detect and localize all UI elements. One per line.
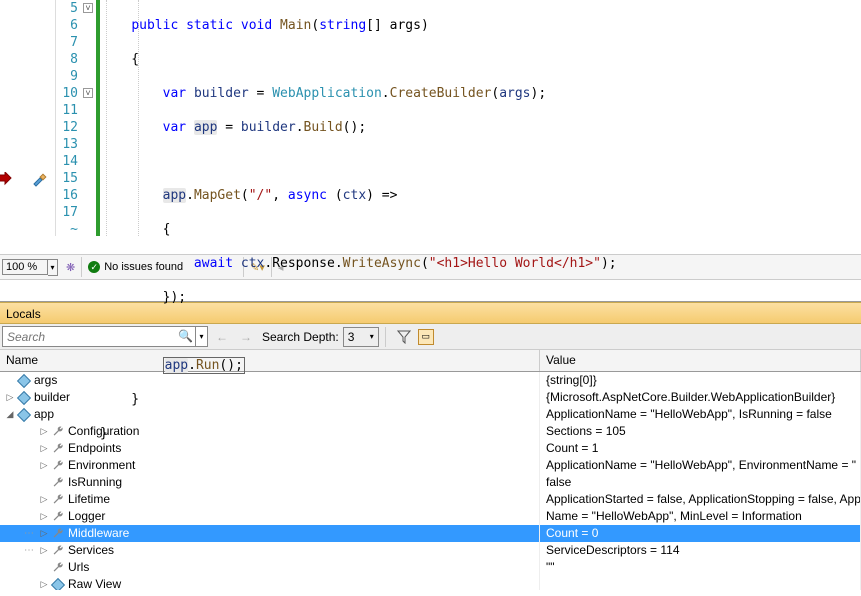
table-row[interactable]: ▷EnvironmentApplicationName = "HelloWebA… xyxy=(0,457,861,474)
row-value: ApplicationStarted = false, ApplicationS… xyxy=(540,491,861,508)
table-row[interactable]: IsRunning false xyxy=(0,474,861,491)
lightbulb-icon[interactable] xyxy=(32,172,48,188)
search-icon[interactable]: 🔍 xyxy=(178,329,193,343)
row-name: builder xyxy=(34,389,70,406)
row-name: app xyxy=(34,406,54,423)
row-name: Raw View xyxy=(68,576,121,590)
property-icon xyxy=(50,561,66,575)
table-row[interactable]: ⋯▷ Middleware Count = 0 xyxy=(0,525,861,542)
ellipsis-icon: ⋯ xyxy=(20,542,38,559)
locals-tree[interactable]: args{string[0]}▷builder{Microsoft.AspNet… xyxy=(0,372,861,590)
table-row[interactable]: ▷ Lifetime ApplicationStarted = false, App… xyxy=(0,491,861,508)
search-dropdown-icon[interactable]: ▾ xyxy=(195,327,207,346)
zoom-dropdown-icon[interactable]: ▾ xyxy=(48,259,58,276)
fold-toggle-icon[interactable]: ˅ xyxy=(83,3,93,13)
fold-toggle-icon[interactable]: ˅ xyxy=(83,88,93,98)
expand-toggle-icon[interactable]: ▷ xyxy=(4,389,16,406)
property-icon xyxy=(50,476,66,490)
variable-icon xyxy=(50,578,66,591)
locals-search-box[interactable]: 🔍 ▾ xyxy=(2,326,208,347)
row-name: Logger xyxy=(68,508,105,525)
row-value: ServiceDescriptors = 114 xyxy=(540,542,861,559)
property-icon xyxy=(50,544,66,558)
row-value: false xyxy=(540,474,861,491)
property-icon xyxy=(50,425,66,439)
line-numbers: 5 6 7 8 9 10 11 12 13 14 15 16 17 ~ xyxy=(56,0,82,236)
expand-toggle-icon[interactable]: ▷ xyxy=(38,457,50,474)
row-value: Name = "HelloWebApp", MinLevel = Informa… xyxy=(540,508,861,525)
expand-toggle-icon[interactable]: ▷ xyxy=(38,525,50,542)
row-value: Count = 0 xyxy=(540,525,861,542)
property-icon xyxy=(50,493,66,507)
table-row[interactable]: ▷ Raw View xyxy=(0,576,861,590)
property-icon xyxy=(50,459,66,473)
expand-toggle-icon[interactable]: ▷ xyxy=(38,423,50,440)
row-name: Environment xyxy=(68,457,135,474)
row-name: Configuration xyxy=(68,423,139,440)
zoom-level[interactable]: 100 % xyxy=(2,259,48,275)
table-row[interactable]: Urls "" xyxy=(0,559,861,576)
expand-toggle-icon[interactable]: ▷ xyxy=(38,542,50,559)
table-row[interactable]: ◢appApplicationName = "HelloWebApp", IsR… xyxy=(0,406,861,423)
code-editor[interactable]: 0 references 5 6 7 8 9 10 11 12 13 14 15… xyxy=(0,0,861,254)
row-name: args xyxy=(34,372,57,389)
row-name: Endpoints xyxy=(68,440,121,457)
property-icon xyxy=(50,442,66,456)
table-row[interactable]: ▷ConfigurationSections = 105 xyxy=(0,423,861,440)
expand-toggle-icon[interactable]: ◢ xyxy=(4,406,16,423)
row-name: IsRunning xyxy=(68,474,122,491)
glyph-margin xyxy=(0,0,56,236)
variable-icon xyxy=(16,391,32,405)
row-value: "" xyxy=(540,559,861,576)
table-row[interactable]: ▷builder{Microsoft.AspNetCore.Builder.We… xyxy=(0,389,861,406)
check-icon: ✓ xyxy=(88,261,100,273)
row-value xyxy=(540,576,861,590)
expand-toggle-icon[interactable]: ▷ xyxy=(38,440,50,457)
ellipsis-icon: ⋯ xyxy=(20,525,38,542)
table-row[interactable]: ▷EndpointsCount = 1 xyxy=(0,440,861,457)
property-icon xyxy=(50,527,66,541)
variable-icon xyxy=(16,408,32,422)
variable-icon xyxy=(16,374,32,388)
expand-toggle-icon[interactable]: ▷ xyxy=(38,491,50,508)
row-name: Services xyxy=(68,542,114,559)
table-row[interactable]: args{string[0]} xyxy=(0,372,861,389)
row-name: Urls xyxy=(68,559,89,576)
table-row[interactable]: ▷ Logger Name = "HelloWebApp", MinLevel = … xyxy=(0,508,861,525)
expand-toggle-icon[interactable]: ▷ xyxy=(38,576,50,590)
editor-gutter: 5 6 7 8 9 10 11 12 13 14 15 16 17 ~ ˅ ˅ xyxy=(0,0,96,236)
breakpoint-current-icon xyxy=(0,172,14,186)
expand-toggle-icon[interactable]: ▷ xyxy=(38,508,50,525)
search-input[interactable] xyxy=(3,327,173,346)
property-icon xyxy=(50,510,66,524)
health-icon[interactable]: ❋ xyxy=(66,261,75,274)
row-name: Lifetime xyxy=(68,491,110,508)
table-row[interactable]: ⋯▷ Services ServiceDescriptors = 114 xyxy=(0,542,861,559)
row-name: Middleware xyxy=(68,525,129,542)
fold-column: ˅ ˅ xyxy=(82,0,96,236)
